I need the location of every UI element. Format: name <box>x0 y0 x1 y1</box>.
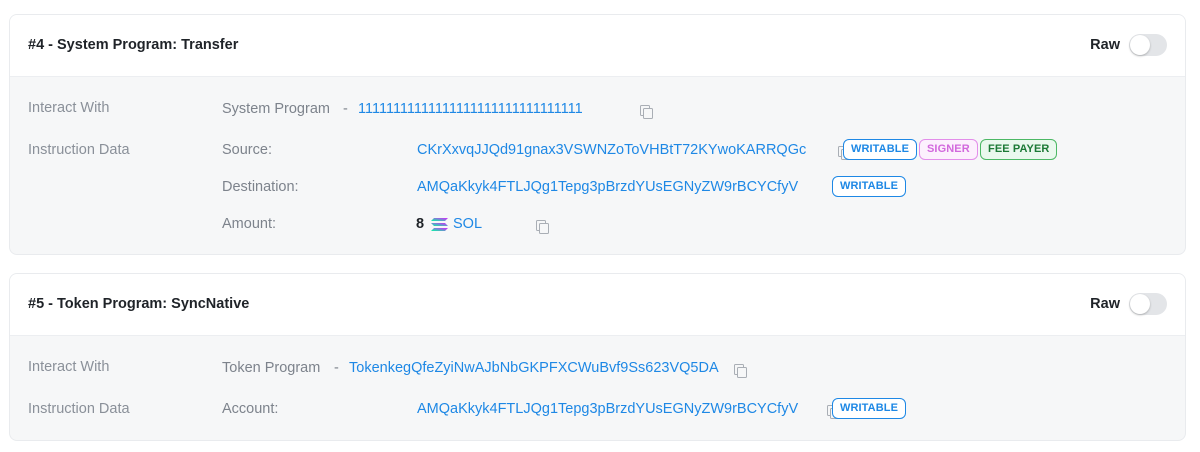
amount-value: 8 <box>416 216 425 232</box>
signer-badge: SIGNER <box>919 139 978 160</box>
copy-icon[interactable] <box>640 105 653 119</box>
toggle-knob <box>1130 294 1150 314</box>
toggle-knob <box>1130 35 1150 55</box>
card-body: Interact With Token Program - TokenkegQf… <box>10 336 1185 440</box>
account-address-link[interactable]: AMQaKkyk4FTLJQg1Tepg3pBrzdYUsEGNyZW9rBCY… <box>417 401 798 417</box>
raw-toggle[interactable] <box>1129 293 1167 315</box>
card-header: #4 - System Program: Transfer Raw <box>10 15 1185 77</box>
card-body: Interact With System Program - 111111111… <box>10 77 1185 254</box>
fee-payer-badge: FEE PAYER <box>980 139 1058 160</box>
raw-label: Raw <box>1090 37 1120 53</box>
program-address-link[interactable]: 11111111111111111111111111111111 <box>358 101 583 117</box>
amount-label: Amount: <box>222 216 276 232</box>
instruction-card-4: #4 - System Program: Transfer Raw Intera… <box>9 14 1186 255</box>
program-name: Token Program <box>222 360 321 376</box>
writable-badge: WRITABLE <box>832 398 907 419</box>
copy-icon[interactable] <box>734 364 747 378</box>
card-header: #5 - Token Program: SyncNative Raw <box>10 274 1185 336</box>
raw-toggle-group: Raw <box>1090 34 1167 56</box>
interact-with-label: Interact With <box>28 100 110 116</box>
account-label: Account: <box>222 401 279 417</box>
destination-label: Destination: <box>222 179 299 195</box>
destination-address-link[interactable]: AMQaKkyk4FTLJQg1Tepg3pBrzdYUsEGNyZW9rBCY… <box>417 179 798 195</box>
instruction-card-5: #5 - Token Program: SyncNative Raw Inter… <box>9 273 1186 441</box>
interact-with-label: Interact With <box>28 359 110 375</box>
source-address-link[interactable]: CKrXxvqJJQd91gnax3VSWNZoToVHBtT72KYwoKAR… <box>417 142 806 158</box>
raw-toggle-group: Raw <box>1090 293 1167 315</box>
program-name: System Program <box>222 101 330 117</box>
copy-icon[interactable] <box>536 220 550 234</box>
writable-badge: WRITABLE <box>843 139 918 160</box>
writable-badge: WRITABLE <box>832 176 907 197</box>
card-title: #4 - System Program: Transfer <box>28 37 239 53</box>
card-title: #5 - Token Program: SyncNative <box>28 296 250 312</box>
program-separator: - <box>334 360 339 376</box>
program-address-link[interactable]: TokenkegQfeZyiNwAJbNbGKPFXCWuBvf9Ss623VQ… <box>349 360 719 376</box>
source-label: Source: <box>222 142 272 158</box>
solana-logo-icon <box>431 218 448 231</box>
raw-toggle[interactable] <box>1129 34 1167 56</box>
instruction-data-label: Instruction Data <box>28 142 130 158</box>
program-separator: - <box>343 101 348 117</box>
raw-label: Raw <box>1090 296 1120 312</box>
sol-token-link[interactable]: SOL <box>453 216 482 232</box>
instruction-data-label: Instruction Data <box>28 401 130 417</box>
